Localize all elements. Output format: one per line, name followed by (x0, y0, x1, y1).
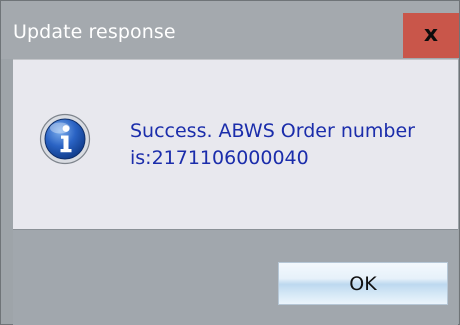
close-icon: x (423, 22, 439, 47)
message-line-2: is:2171106000040 (130, 147, 309, 169)
title-bar: Update response x (1, 1, 459, 59)
information-icon (39, 113, 91, 165)
dialog-body: Success. ABWS Order number is:2171106000… (13, 59, 458, 230)
dialog-window: Update response x Success. ABWS Order nu… (0, 0, 460, 325)
close-button[interactable]: x (403, 13, 459, 58)
dialog-title: Update response (13, 21, 176, 43)
ok-button-label: OK (349, 272, 377, 295)
message-text: Success. ABWS Order number is:2171106000… (130, 118, 455, 172)
message-line-1: Success. ABWS Order number (130, 120, 415, 142)
dialog-footer: OK (13, 229, 458, 325)
ok-button[interactable]: OK (278, 262, 448, 305)
